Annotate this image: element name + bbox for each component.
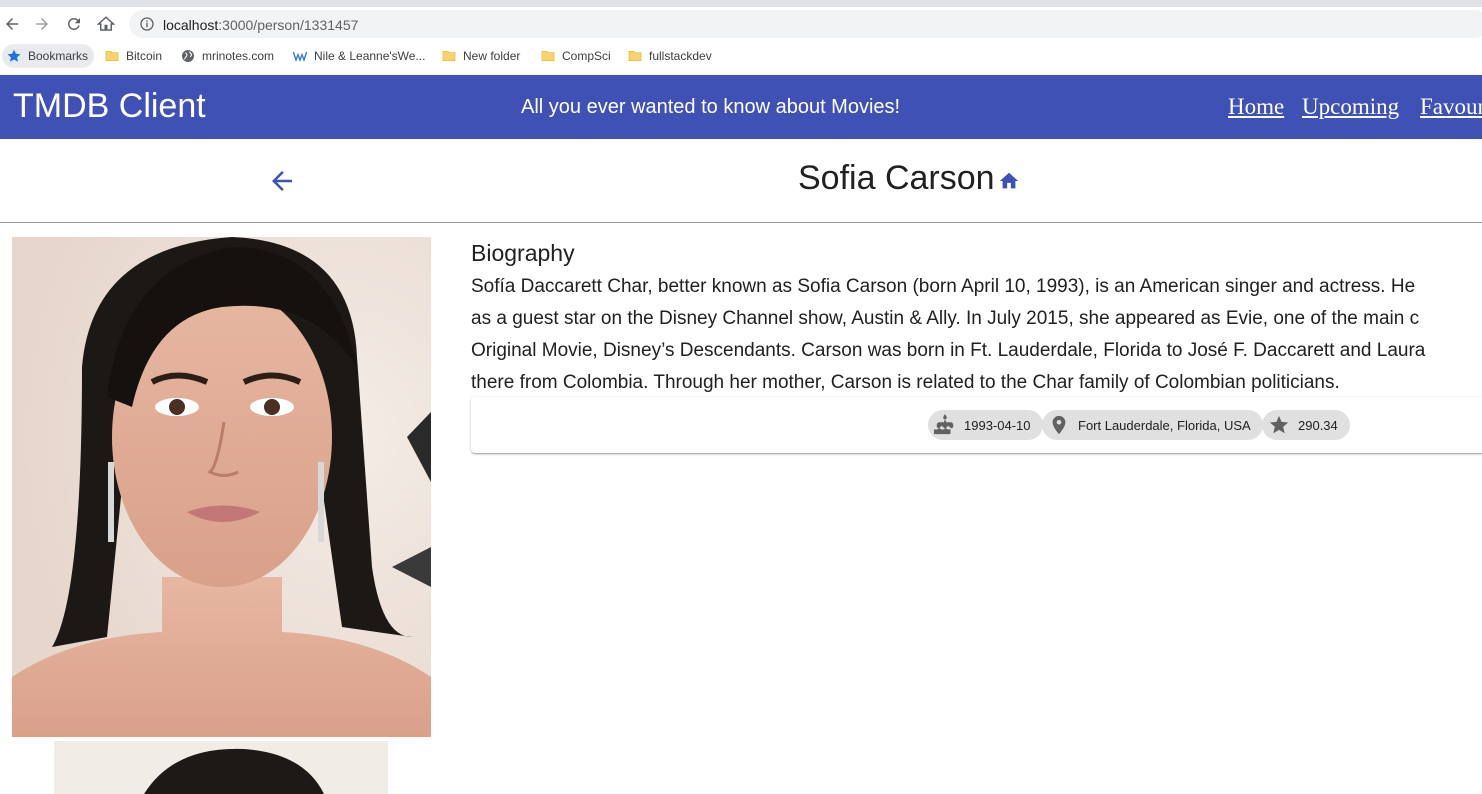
bookmark-new-folder[interactable]: New folder [441,44,520,68]
bookmark-bookmarks[interactable]: Bookmarks [2,44,95,68]
bookmark-label: mrinotes.com [202,49,275,63]
info-icon[interactable] [139,16,155,32]
person-name: Sofia Carson [798,159,995,197]
birthplace-chip[interactable]: Fort Lauderdale, Florida, USA [1042,410,1263,440]
biography-text: Sofía Daccarett Char, better known as So… [471,271,1482,399]
back-nav-icon[interactable] [2,14,22,34]
profile-photo-secondary [54,741,388,794]
biography-line: as a guest star on the Disney Channel sh… [471,308,1420,329]
star-icon [7,49,21,62]
site-brand: TMDB Client [13,87,206,125]
popularity-value: 290.34 [1298,417,1338,433]
bookmark-label: CompSci [562,49,611,63]
back-button[interactable] [264,163,300,199]
folder-icon [105,51,119,61]
home-icon[interactable] [998,170,1020,192]
browser-toolbar: localhost:3000/person/1331457 [0,7,1482,40]
bookmark-mrinotes[interactable]: mrinotes.com [180,44,274,68]
folder-icon [442,51,456,61]
bookmark-fullstackdev[interactable]: fullstackdev [627,44,712,68]
wix-icon [292,51,308,62]
profile-photo-illustration [12,237,431,737]
page-header: Sofia Carson [0,139,1482,223]
url-path: :3000/person/1331457 [218,17,359,33]
bookmark-compsci[interactable]: CompSci [540,44,611,68]
birthday-value: 1993-04-10 [964,417,1031,433]
star-icon [1269,415,1289,434]
bookmarks-bar: Bookmarks Bitcoin mrinotes.com Nile & Le… [0,40,1482,71]
site-tagline: All you ever wanted to know about Movies… [521,96,901,118]
bookmark-label: Nile & Leanne'sWe... [314,49,426,63]
person-details-card: 1993-04-10 Fort Lauderdale, Florida, USA… [471,397,1482,453]
bookmark-label: fullstackdev [649,49,712,63]
bookmark-label: Bitcoin [126,49,163,63]
address-bar[interactable]: localhost:3000/person/1331457 [129,10,1482,38]
app-header: TMDB Client All you ever wanted to know … [0,75,1482,139]
nav-link-favourites[interactable]: Favour [1420,94,1482,120]
popularity-chip[interactable]: 290.34 [1262,410,1350,440]
birthday-chip[interactable]: 1993-04-10 [928,410,1043,440]
bookmark-label: New folder [463,49,521,63]
home-nav-icon[interactable] [96,14,116,34]
nav-link-upcoming[interactable]: Upcoming [1302,94,1399,120]
profile-photo [12,237,431,737]
biography-line: Sofía Daccarett Char, better known as So… [471,276,1416,297]
bookmark-label: Bookmarks [28,49,89,63]
globe-icon [182,50,194,62]
reload-icon[interactable] [64,14,84,34]
nav-link-home[interactable]: Home [1228,94,1284,120]
forward-nav-icon[interactable] [32,14,52,34]
bookmark-bitcoin[interactable]: Bitcoin [104,44,162,68]
birthplace-value: Fort Lauderdale, Florida, USA [1078,417,1251,433]
biography-heading: Biography [471,240,575,266]
folder-icon [541,51,555,61]
biography-line: there from Colombia. Through her mother,… [471,372,1340,393]
arrow-back-icon [272,171,292,191]
cake-icon [934,414,954,435]
folder-icon [628,51,642,61]
url-host: localhost [163,17,219,33]
url-text[interactable]: localhost:3000/person/1331457 [163,17,358,33]
location-pin-icon [1052,415,1066,435]
browser-tab-strip [0,0,1482,7]
biography-line: Original Movie, Disney’s Descendants. Ca… [471,340,1426,361]
profile-photo-secondary-illustration [54,741,388,794]
bookmark-nile-leanne[interactable]: Nile & Leanne'sWe... [292,44,425,68]
